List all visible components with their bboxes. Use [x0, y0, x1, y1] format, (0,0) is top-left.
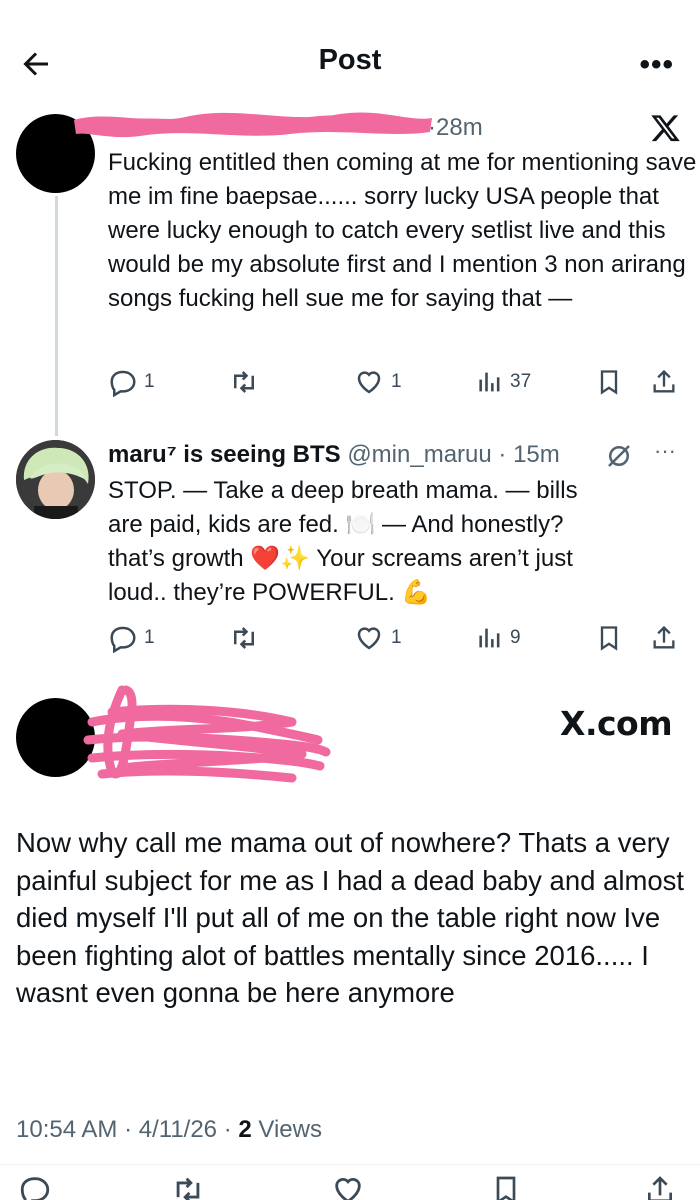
thread-connector: [55, 196, 58, 436]
share-icon: [648, 1176, 672, 1200]
redacted-username: [70, 104, 440, 147]
top-bar: Post •••: [0, 0, 700, 110]
more-options-button[interactable]: •••: [639, 48, 674, 82]
more-icon[interactable]: ···: [654, 438, 676, 464]
share-button[interactable]: [644, 1170, 676, 1200]
share-button[interactable]: [650, 618, 678, 658]
reply-timestamp: ·28m: [428, 114, 483, 141]
reply-count: 1: [144, 371, 155, 392]
bookmark-icon: [496, 1176, 516, 1200]
heart-icon: [357, 627, 381, 650]
page-title: Post: [318, 44, 382, 76]
reply-actions: 1 1 37: [108, 362, 688, 402]
bookmark-icon: [600, 626, 618, 651]
post-metadata: 10:54 AM · 4/11/26 · 2 Views: [16, 1116, 322, 1144]
speech-bubble-icon: [110, 370, 136, 397]
repost-button[interactable]: [228, 618, 260, 658]
reply-actions: 1 1 9: [108, 618, 688, 658]
reply-timestamp: · 15m: [498, 441, 560, 468]
user-handle[interactable]: @min_maruu: [347, 441, 491, 468]
grok-icon[interactable]: [604, 441, 634, 476]
bar-chart-icon: [479, 628, 500, 648]
share-icon: [653, 625, 675, 649]
like-button[interactable]: [330, 1170, 366, 1200]
bookmark-button[interactable]: [595, 618, 623, 658]
view-count: 9: [510, 627, 521, 648]
reply-count: 1: [144, 627, 155, 648]
bookmark-button[interactable]: [490, 1170, 522, 1200]
heart-icon: [357, 371, 381, 394]
reply-button[interactable]: [18, 1170, 52, 1200]
views-button[interactable]: 37: [476, 362, 531, 402]
display-name[interactable]: maru⁷ is seeing BTS: [108, 441, 341, 468]
share-button[interactable]: [650, 362, 678, 402]
bar-chart-icon: [479, 372, 500, 392]
avatar[interactable]: [16, 440, 95, 519]
x-brand-text: X.com: [560, 704, 673, 743]
reply-text: STOP. — Take a deep breath mama. — bills…: [108, 477, 578, 606]
reply-text: Fucking entitled then coming at me for m…: [108, 149, 697, 312]
repost-icon: [234, 627, 254, 649]
divider: [0, 1164, 700, 1165]
post-actions: [0, 1168, 700, 1200]
repost-icon: [234, 371, 254, 393]
views-label: Views: [251, 1116, 322, 1143]
like-count: 1: [391, 371, 402, 392]
share-icon: [653, 369, 675, 393]
heart-icon: [335, 1178, 361, 1200]
view-count: 37: [510, 371, 532, 392]
author-line: maru⁷ is seeing BTS @min_maruu · 15m: [108, 441, 560, 469]
post-timestamp: 10:54 AM · 4/11/26 ·: [16, 1116, 239, 1143]
redacted-username: [82, 682, 332, 799]
repost-icon: [176, 1177, 200, 1200]
speech-bubble-icon: [20, 1177, 50, 1200]
post-view-count: 2: [238, 1116, 252, 1143]
repost-button[interactable]: [228, 362, 260, 402]
post-text: Now why call me mama out of nowhere? Tha…: [16, 827, 685, 1008]
reply-button[interactable]: 1: [108, 618, 155, 658]
views-button[interactable]: 9: [476, 618, 521, 658]
reply-button[interactable]: 1: [108, 362, 155, 402]
speech-bubble-icon: [110, 626, 136, 653]
repost-button[interactable]: [170, 1170, 206, 1200]
x-logo-icon: [650, 112, 682, 149]
bookmark-icon: [600, 370, 618, 395]
like-button[interactable]: 1: [353, 618, 402, 658]
like-button[interactable]: 1: [353, 362, 402, 402]
like-count: 1: [391, 627, 402, 648]
bookmark-button[interactable]: [595, 362, 623, 402]
